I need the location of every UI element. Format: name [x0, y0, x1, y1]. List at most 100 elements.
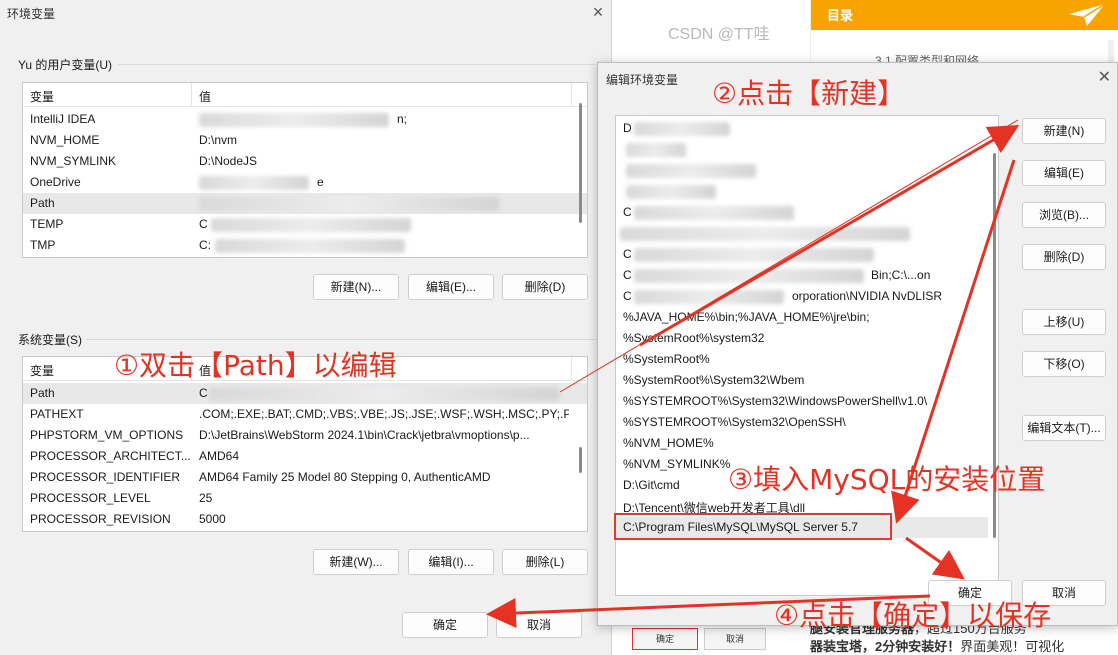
redacted-value: [634, 290, 784, 304]
paper-plane-icon[interactable]: [1067, 2, 1107, 28]
table-header: 变量 值: [23, 83, 587, 107]
browse-button[interactable]: 浏览(B)...: [1022, 202, 1106, 228]
path-text: Bin;C:\...on: [871, 268, 931, 282]
system-delete-button[interactable]: 删除(L): [502, 549, 588, 575]
table-row[interactable]: PATHEXT .COM;.EXE;.BAT;.CMD;.VBS;.VBE;.J…: [23, 404, 587, 425]
list-item[interactable]: %SystemRoot%\System32\Wbem: [616, 370, 988, 391]
env-ok-button[interactable]: 确定: [402, 612, 488, 638]
list-item[interactable]: %SystemRoot%\system32: [616, 328, 988, 349]
table-row[interactable]: PHPSTORM_VM_OPTIONS D:\JetBrains\WebStor…: [23, 425, 587, 446]
mini-cancel-button: 取消: [704, 628, 766, 650]
list-item[interactable]: [616, 181, 988, 202]
table-row[interactable]: OneDrive e: [23, 172, 587, 193]
divider: [86, 339, 596, 340]
annotation-step1: ①双击【Path】以编辑: [114, 349, 397, 382]
list-item[interactable]: %SystemRoot%: [616, 349, 988, 370]
list-item[interactable]: [616, 160, 988, 181]
edit-edit-button[interactable]: 编辑(E): [1022, 160, 1106, 186]
list-item[interactable]: C: [616, 244, 988, 265]
env-vars-window: 环境变量 × Yu 的用户变量(U) 变量 值 IntelliJ IDEA n;…: [0, 0, 612, 655]
close-icon[interactable]: ×: [588, 2, 608, 22]
annotation-step2: ②点击【新建】: [712, 77, 906, 110]
mini-ok-button: 确定: [632, 628, 698, 650]
col-variable[interactable]: 变量: [30, 362, 54, 379]
list-item[interactable]: D: [616, 118, 988, 139]
user-new-button[interactable]: 新建(N)...: [313, 274, 399, 300]
ad-line2-rest: 界面美观！可视化: [960, 639, 1065, 654]
table-row[interactable]: NVM_HOME D:\nvm: [23, 130, 587, 151]
move-down-button[interactable]: 下移(O): [1022, 351, 1106, 377]
list-item[interactable]: Corporation\NVIDIA NvDLISR: [616, 286, 988, 307]
edit-dialog-title: 编辑环境变量: [606, 73, 679, 87]
toc-title: 目录: [827, 8, 854, 23]
var-name: PROCESSOR_IDENTIFIER: [30, 470, 181, 484]
table-row[interactable]: PROCESSOR_IDENTIFIER AMD64 Family 25 Mod…: [23, 467, 587, 488]
table-row[interactable]: NVM_SYMLINK D:\NodeJS: [23, 151, 587, 172]
var-value: 5000: [199, 512, 226, 526]
var-value: D:\nvm: [199, 133, 238, 147]
list-item[interactable]: %SYSTEMROOT%\System32\OpenSSH\: [616, 412, 988, 433]
var-name: PROCESSOR_ARCHITECT...: [30, 449, 191, 463]
var-name: NVM_HOME: [30, 133, 100, 147]
scrollbar[interactable]: [579, 103, 582, 223]
table-row[interactable]: PROCESSOR_REVISION 5000: [23, 509, 587, 530]
divider: [191, 83, 192, 107]
close-icon[interactable]: ✕: [1098, 67, 1111, 87]
var-name: Path: [30, 386, 55, 400]
var-value: AMD64: [199, 449, 240, 463]
move-up-button[interactable]: 上移(U): [1022, 309, 1106, 335]
redacted-value: [626, 143, 686, 157]
table-row[interactable]: Path C: [23, 383, 587, 404]
redacted-value: [634, 248, 874, 262]
user-edit-button[interactable]: 编辑(E)...: [408, 274, 494, 300]
path-text: %SYSTEMROOT%\System32\OpenSSH\: [623, 415, 846, 429]
path-text: D: [623, 121, 632, 135]
path-text: %SYSTEMROOT%\System32\WindowsPowerShell\…: [623, 394, 928, 408]
path-text: %NVM_HOME%: [623, 436, 714, 450]
scrollbar[interactable]: [579, 447, 582, 473]
ad-line2-bold: 器装宝塔，2分钟安装好！: [810, 639, 961, 654]
list-item[interactable]: [616, 223, 988, 244]
system-new-button[interactable]: 新建(W)...: [313, 549, 399, 575]
list-item[interactable]: C Bin;C:\...on: [616, 265, 988, 286]
table-row[interactable]: PROCESSOR_ARCHITECT... AMD64: [23, 446, 587, 467]
divider: [571, 83, 572, 107]
list-item[interactable]: %SYSTEMROOT%\System32\WindowsPowerShell\…: [616, 391, 988, 412]
table-row[interactable]: TEMP C: [23, 214, 587, 235]
var-value: C: [199, 386, 208, 400]
system-edit-button[interactable]: 编辑(I)...: [408, 549, 494, 575]
list-item[interactable]: C: [616, 202, 988, 223]
divider: [118, 64, 596, 65]
list-item[interactable]: %JAVA_HOME%\bin;%JAVA_HOME%\jre\bin;: [616, 307, 988, 328]
var-name: PROCESSOR_REVISION: [30, 512, 171, 526]
table-row[interactable]: Path: [23, 193, 587, 214]
annotation-step4: ④点击【确定】以保存: [774, 599, 1052, 632]
list-item[interactable]: [616, 139, 988, 160]
var-value: AMD64 Family 25 Model 80 Stepping 0, Aut…: [199, 470, 491, 484]
edit-text-button[interactable]: 编辑文本(T)...: [1022, 415, 1106, 441]
var-value: C: [199, 217, 208, 231]
var-name: TEMP: [30, 217, 64, 231]
var-name: PROCESSOR_LEVEL: [30, 491, 151, 505]
table-row[interactable]: PROCESSOR_LEVEL 25: [23, 488, 587, 509]
var-name: NVM_SYMLINK: [30, 154, 117, 168]
user-vars-label: Yu 的用户变量(U): [18, 58, 113, 72]
redacted-value: [199, 176, 309, 190]
edit-new-button[interactable]: 新建(N): [1022, 118, 1106, 144]
path-text: C: [623, 247, 632, 261]
user-delete-button[interactable]: 删除(D): [502, 274, 588, 300]
col-value[interactable]: 值: [199, 88, 211, 105]
redacted-value: [199, 113, 389, 127]
highlight-box: [614, 513, 892, 540]
path-text: C: [623, 289, 632, 303]
edit-delete-button[interactable]: 删除(D): [1022, 244, 1106, 270]
list-item[interactable]: %NVM_HOME%: [616, 433, 988, 454]
table-row[interactable]: TMP C:: [23, 235, 587, 256]
user-vars-table[interactable]: 变量 值 IntelliJ IDEA n; NVM_HOME D:\nvm NV…: [22, 82, 588, 258]
var-name: TMP: [30, 238, 56, 252]
env-cancel-button[interactable]: 取消: [496, 612, 582, 638]
table-row[interactable]: IntelliJ IDEA n;: [23, 109, 587, 130]
var-value: .COM;.EXE;.BAT;.CMD;.VBS;.VBE;.JS;.JSE;.…: [199, 407, 569, 421]
col-variable[interactable]: 变量: [30, 88, 54, 105]
var-value: 25: [199, 491, 213, 505]
